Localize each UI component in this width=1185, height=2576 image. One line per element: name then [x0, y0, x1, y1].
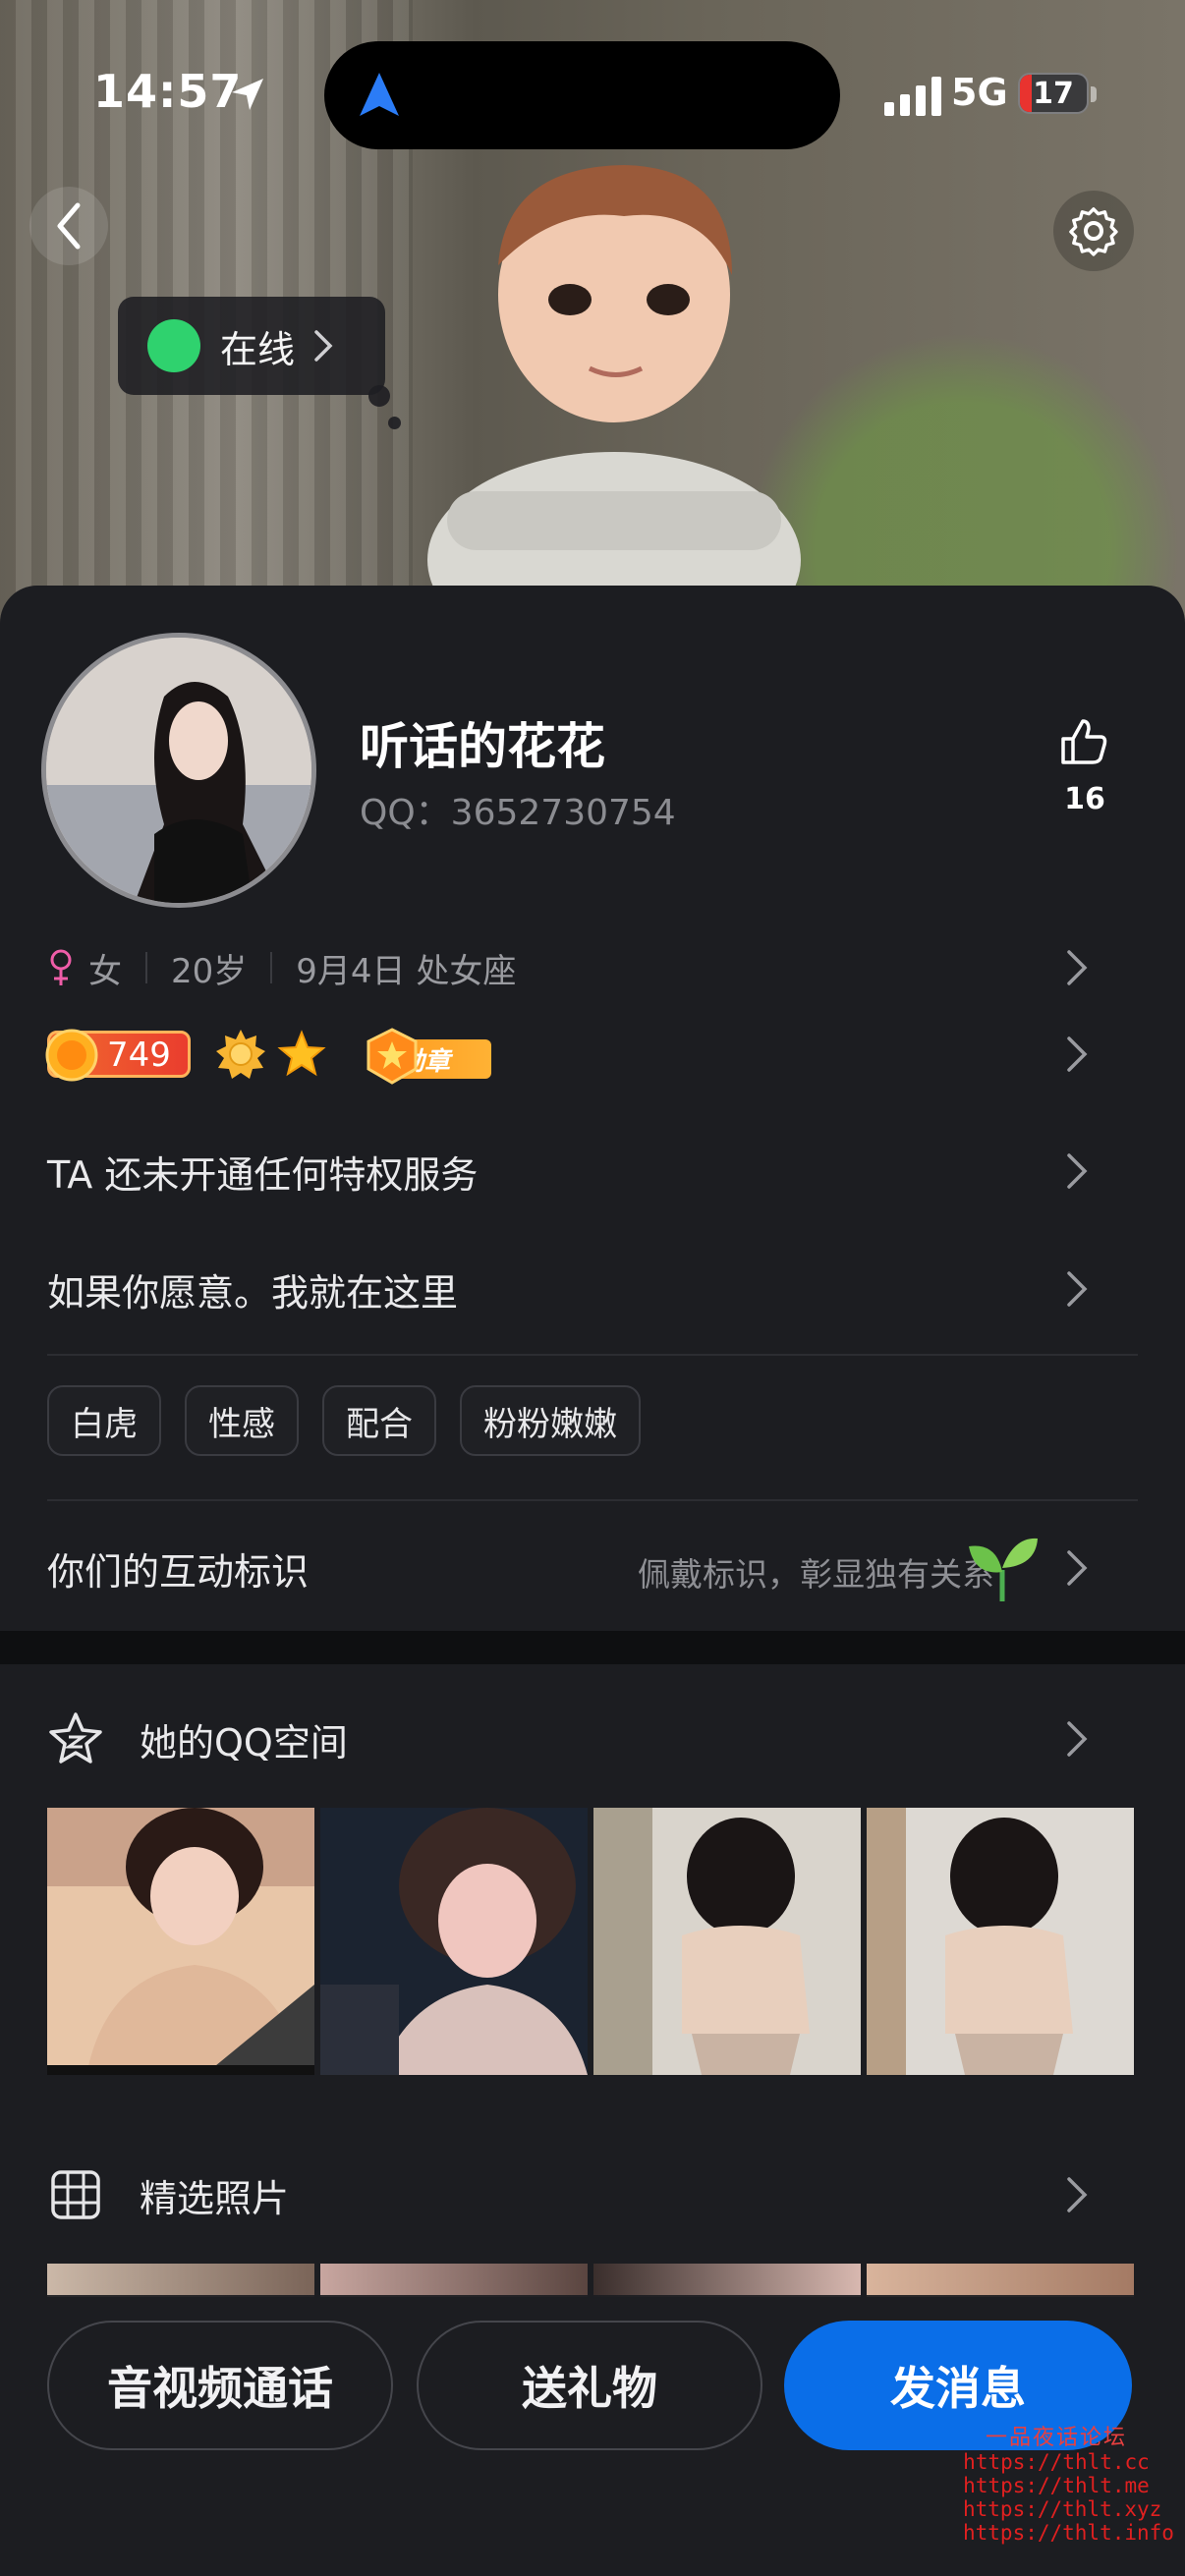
sprout-icon	[969, 1538, 1038, 1601]
watermark: 一品夜话论坛 https://thlt.cc https://thlt.me h…	[963, 2426, 1174, 2546]
settings-button[interactable]	[1053, 191, 1134, 271]
avatar-3d-figure[interactable]	[388, 147, 840, 599]
back-icon	[57, 202, 81, 250]
thought-dot	[368, 385, 390, 407]
qzone-photo[interactable]	[320, 1808, 588, 2075]
qzone-title: 她的QQ空间	[140, 1720, 348, 1764]
battery-tip	[1091, 86, 1097, 102]
qzone-star-icon	[49, 1712, 102, 1764]
basic-info-row[interactable]: 女 20岁 9月4日 处女座	[47, 943, 1138, 992]
settings-gear-icon	[1069, 207, 1118, 256]
watermark-link: https://thlt.cc	[963, 2450, 1150, 2474]
online-status-bubble[interactable]: 在线	[118, 297, 385, 395]
thought-dot	[388, 417, 401, 429]
avatar-image	[46, 638, 311, 903]
chevron-right-icon	[314, 330, 333, 362]
profile-avatar[interactable]	[41, 633, 316, 908]
divider	[47, 1354, 1138, 1356]
qzone-photo[interactable]	[593, 1808, 861, 2075]
featured-photo-strip	[47, 2264, 1134, 2297]
online-dot	[147, 319, 200, 372]
clock: 14:57	[93, 65, 243, 118]
qq-number[interactable]: QQ：3652730754	[360, 784, 676, 835]
interest-tags: 白虎 性感 配合 粉粉嫩嫩	[47, 1385, 641, 1456]
tag-chip[interactable]: 白虎	[47, 1385, 161, 1456]
divider	[47, 1499, 1138, 1501]
grid-icon	[51, 2170, 100, 2219]
location-arrow-icon	[232, 79, 263, 110]
coin-icon	[45, 1029, 98, 1082]
tag-chip[interactable]: 配合	[322, 1385, 436, 1456]
tag-chip[interactable]: 粉粉嫩嫩	[460, 1385, 641, 1456]
online-label: 在线	[220, 327, 296, 371]
cell-signal-icon	[884, 77, 941, 116]
interaction-title: 你们的互动标识	[47, 1549, 310, 1594]
chevron-right-icon	[1067, 950, 1088, 985]
thumbs-up-icon[interactable]	[1057, 715, 1110, 768]
battery-percent: 17	[1033, 77, 1074, 111]
featured-photos-row[interactable]: 精选照片	[47, 2165, 1138, 2224]
navigation-arrow-icon	[360, 73, 399, 116]
chevron-right-icon	[1067, 1153, 1088, 1189]
chevron-right-icon	[1067, 2177, 1088, 2212]
separator	[145, 952, 147, 983]
birthday-text: 9月4日 处女座	[296, 951, 517, 991]
chevron-right-icon	[1067, 1036, 1088, 1072]
send-gift-button[interactable]: 送礼物	[417, 2321, 762, 2450]
profile-name: 听话的花花	[360, 718, 605, 775]
back-button[interactable]	[29, 187, 108, 265]
qzone-photo[interactable]	[47, 1808, 314, 2075]
privilege-row[interactable]: TA 还未开通任何特权服务	[47, 1142, 1138, 1201]
network-type: 5G	[951, 71, 1008, 114]
watermark-title: 一品夜话论坛	[985, 2426, 1127, 2450]
qzone-photo[interactable]	[867, 1808, 1134, 2075]
interaction-marker-row[interactable]: 你们的互动标识 佩戴标识，彰显独有关系	[47, 1538, 1138, 1601]
section-gap	[0, 1631, 1185, 1664]
sun-level-icon	[216, 1030, 265, 1079]
chevron-right-icon	[1067, 1550, 1088, 1586]
featured-photo[interactable]	[593, 2264, 861, 2297]
watermark-link: https://thlt.xyz	[963, 2497, 1162, 2521]
profile-screen: 14:57 5G 17 在线 听话的花花 QQ：3652730754 16 女 …	[0, 0, 1185, 2576]
tag-chip[interactable]: 性感	[185, 1385, 299, 1456]
medal-icon	[367, 1028, 418, 1085]
like-count: 16	[1064, 782, 1105, 816]
level-number: 749	[107, 1036, 171, 1075]
level-badge[interactable]: 749	[45, 1029, 191, 1082]
watermark-link: https://thlt.info	[963, 2521, 1174, 2545]
av-call-button[interactable]: 音视频通话	[47, 2321, 393, 2450]
qzone-photo-strip	[47, 1808, 1134, 2075]
star-level-icon	[277, 1030, 326, 1077]
featured-photo[interactable]	[867, 2264, 1134, 2297]
female-icon	[50, 949, 72, 985]
chevron-right-icon	[1067, 1271, 1088, 1307]
battery-indicator: 17	[1018, 73, 1089, 114]
status-bar: 14:57 5G 17	[0, 0, 1185, 187]
featured-photo[interactable]	[320, 2264, 588, 2297]
medal-badge[interactable]: 勋章	[364, 1028, 493, 1085]
age-text: 20岁	[171, 951, 248, 991]
featured-photo[interactable]	[47, 2264, 314, 2297]
separator	[270, 952, 273, 983]
chevron-right-icon	[1067, 1721, 1088, 1757]
qzone-row[interactable]: 她的QQ空间	[47, 1709, 1138, 1768]
signature-text: 如果你愿意。我就在这里	[47, 1270, 459, 1315]
watermark-link: https://thlt.me	[963, 2474, 1150, 2497]
photos-title: 精选照片	[140, 2176, 290, 2220]
signature-row[interactable]: 如果你愿意。我就在这里	[47, 1260, 1138, 1318]
privilege-text: TA 还未开通任何特权服务	[47, 1152, 479, 1197]
interaction-desc: 佩戴标识，彰显独有关系	[638, 1555, 994, 1594]
gender-text: 女	[88, 951, 122, 991]
badges-row[interactable]: 749 勋章	[45, 1020, 1138, 1089]
